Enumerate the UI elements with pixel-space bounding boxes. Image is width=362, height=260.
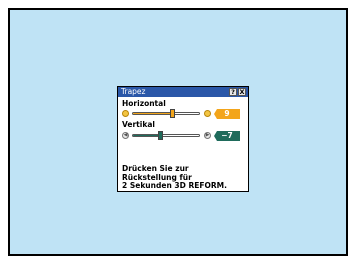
vertikal-slider[interactable] [132, 131, 200, 140]
horizontal-slider-row: 9 [122, 109, 246, 119]
vertikal-label: Vertikal [122, 120, 155, 129]
horizontal-value: 9 [214, 109, 240, 119]
dialog-titlebar: Trapez ? X [118, 87, 248, 97]
reset-instruction: Drücken Sie zur Rückstellung für 2 Sekun… [122, 164, 248, 191]
vertikal-slider-row: ◀ ▶ −7 [122, 131, 246, 141]
keystone-dialog: Trapez ? X Horizontal 9 Vertikal ◀ ▶ −7 … [117, 86, 249, 192]
vertikal-plus-icon[interactable]: ▶ [204, 132, 211, 139]
message-line-3: 2 Sekunden 3D REFORM. [122, 181, 227, 190]
horizontal-plus-icon[interactable] [204, 110, 211, 117]
horizontal-slider-thumb[interactable] [170, 109, 175, 118]
close-button[interactable]: X [238, 88, 246, 96]
horizontal-slider-fill [133, 113, 172, 114]
horizontal-minus-icon[interactable] [122, 110, 129, 117]
projector-screen: Trapez ? X Horizontal 9 Vertikal ◀ ▶ −7 … [8, 8, 348, 256]
vertikal-minus-icon[interactable]: ◀ [122, 132, 129, 139]
help-button[interactable]: ? [229, 88, 237, 96]
horizontal-label: Horizontal [122, 99, 166, 108]
vertikal-slider-fill [133, 135, 160, 136]
horizontal-slider[interactable] [132, 109, 200, 118]
dialog-title: Trapez [121, 87, 146, 96]
vertikal-value: −7 [214, 131, 240, 141]
vertikal-slider-thumb[interactable] [158, 131, 163, 140]
